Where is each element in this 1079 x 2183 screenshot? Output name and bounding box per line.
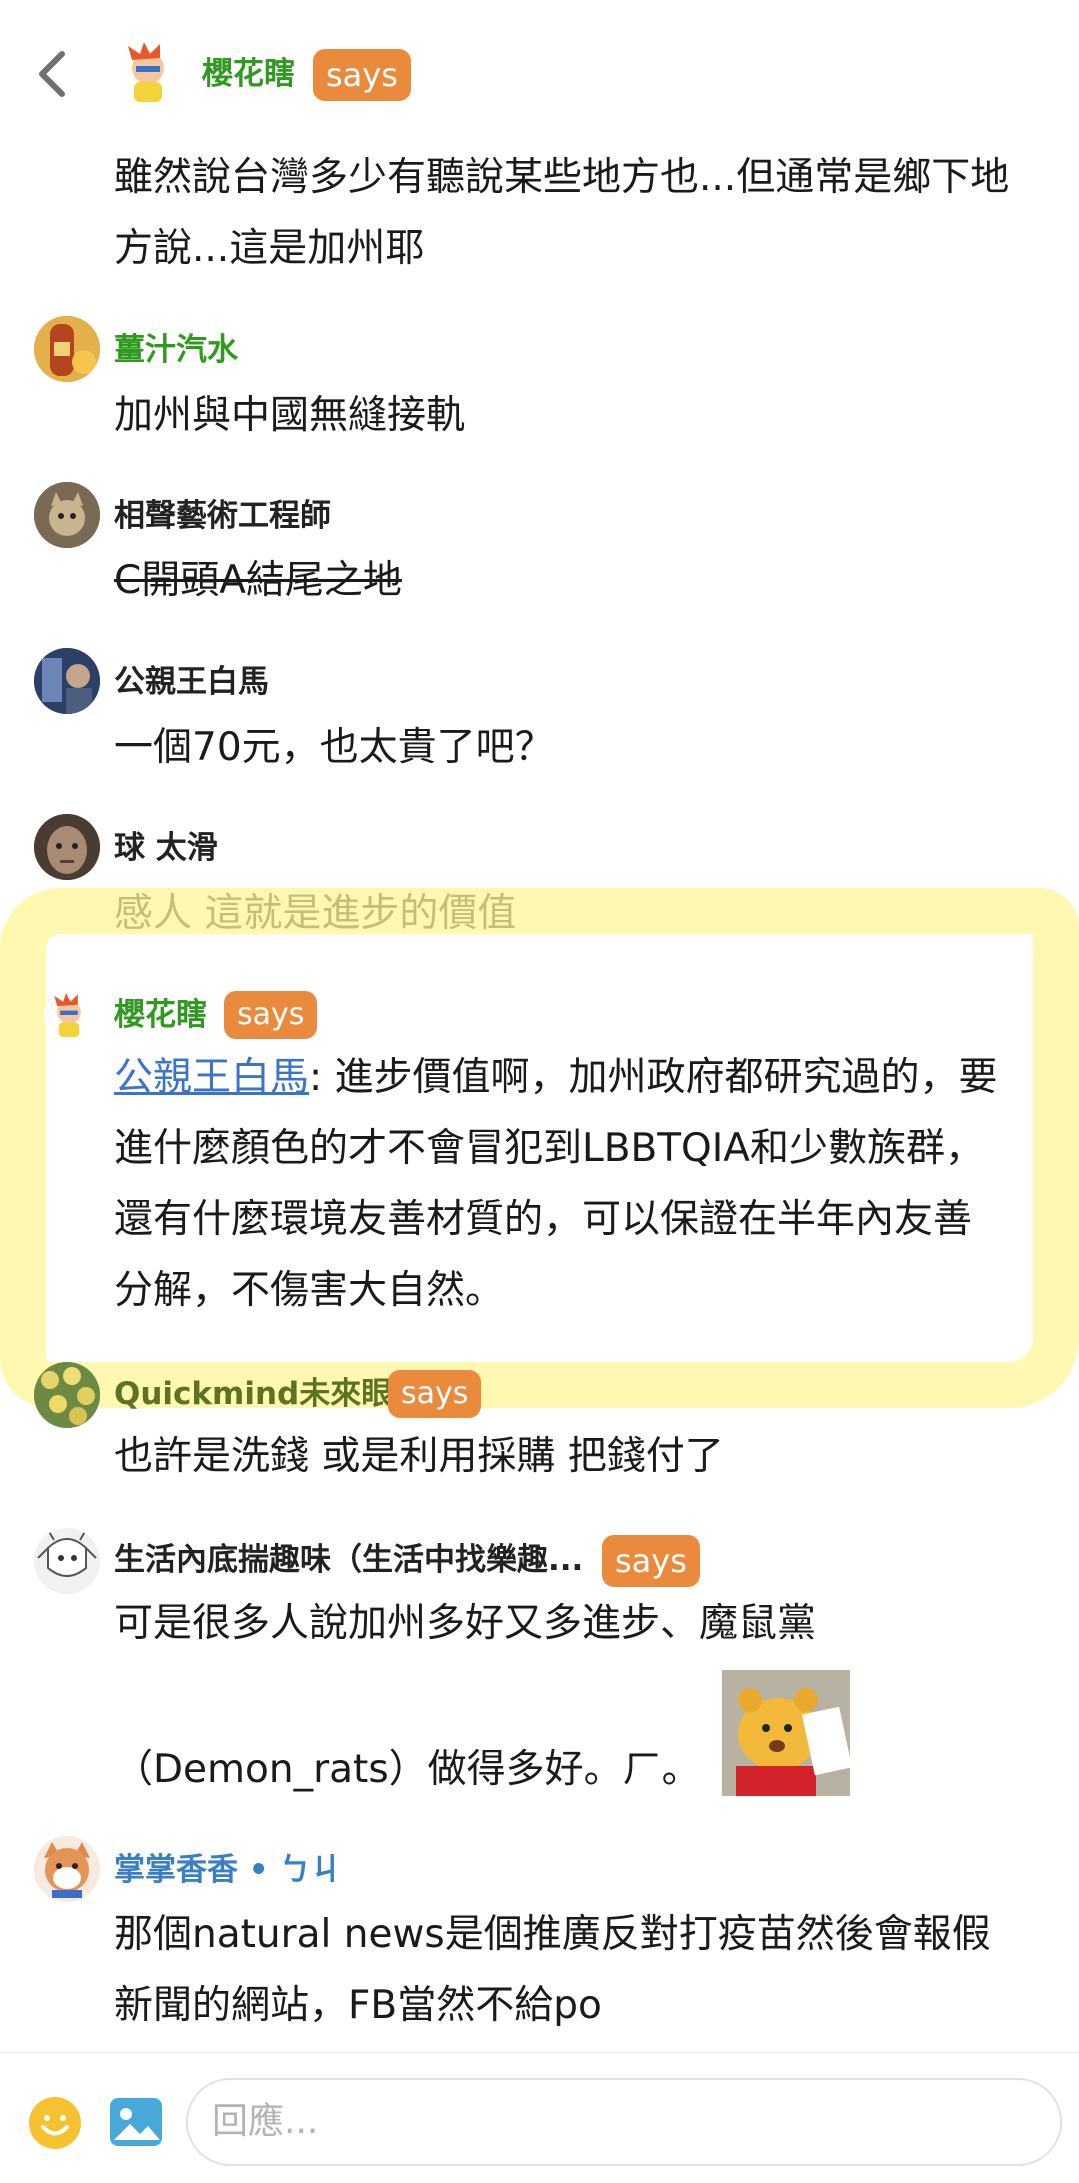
comment-text: 雖然說台灣多少有聽說某些地方也...但通常是鄉下地 bbox=[114, 155, 1010, 200]
username[interactable]: 薑汁汽水 bbox=[114, 330, 238, 370]
avatar[interactable] bbox=[34, 1528, 100, 1594]
username[interactable]: 生活內底揣趣味（生活中找樂趣... bbox=[114, 1540, 583, 1580]
comment-text: 加州與中國無縫接軌 bbox=[114, 393, 466, 438]
avatar[interactable] bbox=[44, 990, 94, 1040]
username[interactable]: 掌掌香香 • ㄅㄐ bbox=[114, 1850, 341, 1890]
username[interactable]: 櫻花瞎 bbox=[114, 995, 207, 1035]
comment-text: 分解，不傷害大自然。 bbox=[114, 1268, 505, 1313]
emoji-button[interactable] bbox=[28, 2096, 82, 2150]
back-button[interactable] bbox=[30, 48, 74, 100]
says-badge: says bbox=[313, 49, 411, 101]
comment-text: （Demon_rats）做得多好。ㄏ。 bbox=[114, 1747, 701, 1792]
username[interactable]: 球 太滑 bbox=[114, 828, 218, 868]
comment-text: 也許是洗錢 或是利用採購 把錢付了 bbox=[114, 1434, 724, 1479]
says-badge: says bbox=[224, 991, 318, 1039]
mention-link[interactable]: 公親王白馬 bbox=[114, 1055, 309, 1100]
comment-text-line: 公親王白馬: 進步價值啊，加州政府都研究過的，要 bbox=[114, 1042, 998, 1113]
avatar[interactable] bbox=[34, 316, 100, 382]
avatar[interactable] bbox=[34, 1836, 100, 1902]
smiley-icon bbox=[29, 2097, 81, 2149]
says-badge: says bbox=[602, 1535, 700, 1587]
comment-text: : 進步價值啊，加州政府都研究過的，要 bbox=[309, 1055, 998, 1100]
reply-input[interactable]: 回應... bbox=[186, 2078, 1062, 2166]
bottom-divider bbox=[0, 2052, 1079, 2053]
comment-text: 新聞的網站，FB當然不給po bbox=[114, 1983, 602, 2028]
comment-text: 方說...這是加州耶 bbox=[114, 226, 425, 271]
avatar[interactable] bbox=[34, 648, 100, 714]
avatar[interactable] bbox=[34, 1362, 100, 1428]
avatar[interactable] bbox=[34, 482, 100, 548]
username[interactable]: 相聲藝術工程師 bbox=[114, 496, 331, 536]
username[interactable]: 公親王白馬 bbox=[114, 662, 269, 702]
avatar[interactable] bbox=[114, 38, 182, 106]
comment-text: 那個natural news是個推廣反對打疫苗然後會報假 bbox=[114, 1912, 991, 1957]
username[interactable]: 櫻花瞎 bbox=[202, 54, 295, 94]
username[interactable]: Quickmind未來眼 bbox=[114, 1374, 392, 1414]
says-badge: says bbox=[388, 1370, 482, 1418]
comment-text: 還有什麼環境友善材質的，可以保證在半年內友善 bbox=[114, 1197, 973, 1242]
sticker-image[interactable] bbox=[722, 1670, 853, 1796]
comment-text: 一個70元，也太貴了吧？ bbox=[114, 725, 554, 770]
chevron-left-icon bbox=[39, 51, 65, 97]
comment-text: 進什麼顏色的才不會冒犯到LBBTQIA和少數族群， bbox=[114, 1126, 984, 1171]
image-button[interactable] bbox=[108, 2094, 164, 2150]
comment-text: 可是很多人說加州多好又多進步、魔鼠黨 bbox=[114, 1601, 817, 1646]
comment-text: C開頭A結尾之地 bbox=[114, 558, 402, 603]
image-icon bbox=[110, 2098, 162, 2146]
avatar[interactable] bbox=[34, 814, 100, 880]
